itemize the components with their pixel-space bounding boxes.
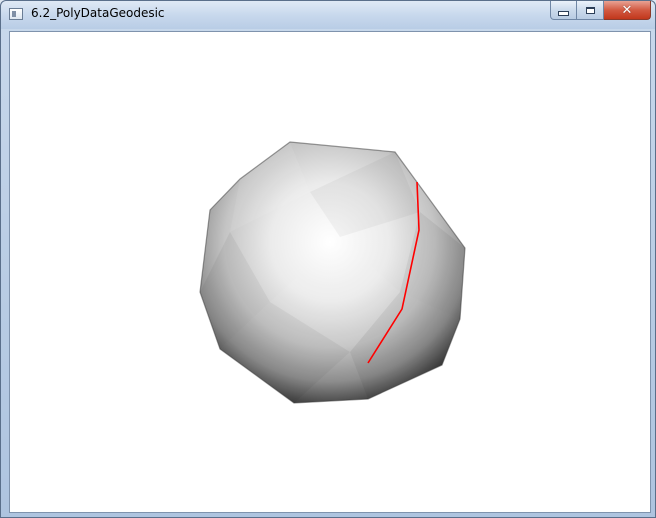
maximize-button[interactable]: [577, 1, 604, 20]
window-app-icon[interactable]: [9, 8, 23, 20]
vtk-render-viewport[interactable]: [10, 32, 650, 512]
window-title: 6.2_PolyDataGeodesic: [31, 6, 165, 20]
minimize-icon: [558, 10, 569, 16]
close-button[interactable]: ✕: [604, 1, 651, 20]
render-area[interactable]: [9, 31, 651, 513]
application-window: 6.2_PolyDataGeodesic ✕: [0, 0, 656, 518]
caption-buttons: ✕: [550, 1, 651, 21]
polydata-sphere: [199, 141, 466, 404]
minimize-button[interactable]: [550, 1, 577, 20]
maximize-icon: [585, 6, 595, 14]
close-icon: ✕: [621, 2, 633, 18]
title-bar[interactable]: 6.2_PolyDataGeodesic ✕: [1, 1, 655, 29]
